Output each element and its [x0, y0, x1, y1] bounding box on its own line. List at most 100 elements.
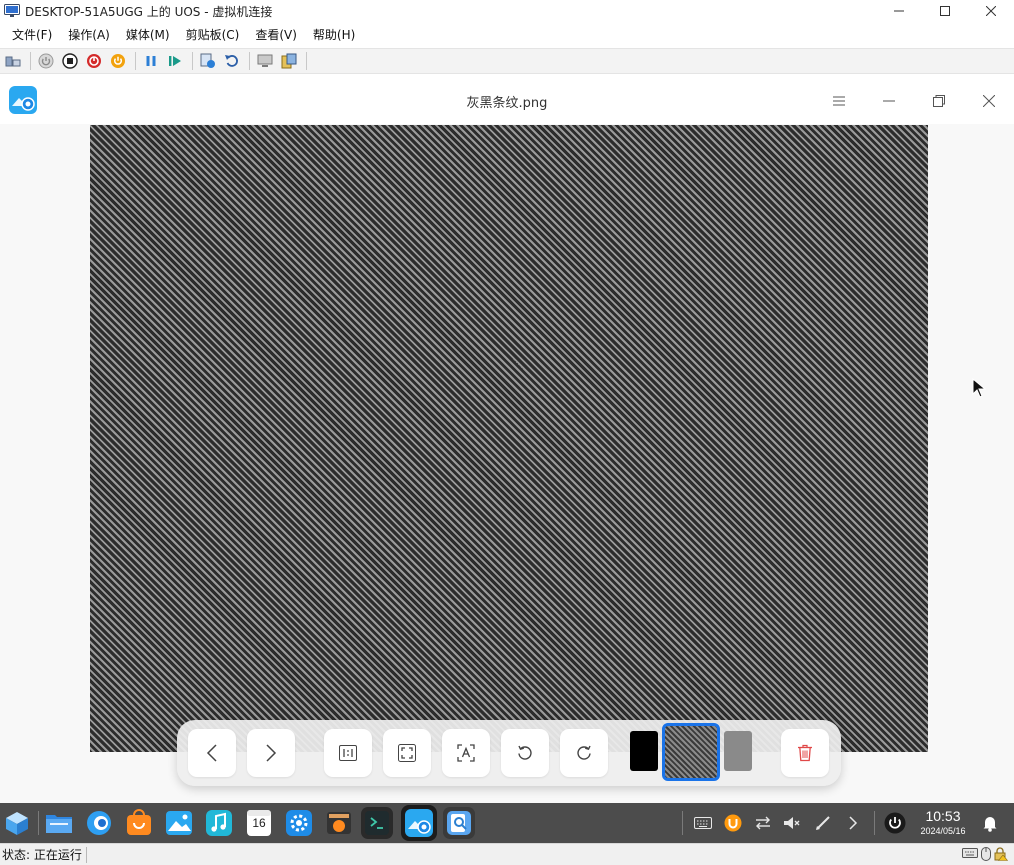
- pen-tray-button[interactable]: [813, 813, 833, 833]
- menu-action[interactable]: 操作(A): [62, 24, 116, 46]
- share-button[interactable]: [278, 50, 300, 72]
- rotate-left-button[interactable]: [501, 729, 549, 777]
- one-to-one-icon: [339, 745, 357, 761]
- ctrl-alt-del-icon: [5, 56, 21, 67]
- music-note-icon: [206, 810, 232, 836]
- folder-icon: [46, 815, 72, 833]
- rotate-right-button[interactable]: [560, 729, 608, 777]
- delete-button[interactable]: [781, 729, 829, 777]
- menu-bar: 文件(F) 操作(A) 媒体(M) 剪贴板(C) 查看(V) 帮助(H): [0, 24, 1014, 46]
- thumbnail-black[interactable]: [630, 731, 658, 771]
- app-store-button[interactable]: [123, 807, 155, 839]
- save-state-button[interactable]: [107, 50, 129, 72]
- resume-button[interactable]: [164, 50, 186, 72]
- power-icon: [884, 812, 906, 834]
- calendar-button[interactable]: 16: [243, 807, 275, 839]
- viewer-minimize-button[interactable]: [864, 78, 914, 124]
- taskbar-separator: [38, 811, 39, 835]
- toolbar-separator: [306, 52, 307, 70]
- volume-tray-button[interactable]: [782, 813, 802, 833]
- pause-button[interactable]: [140, 50, 162, 72]
- taskbar-separator: [874, 811, 875, 835]
- hamburger-menu-icon: [833, 96, 845, 106]
- resume-icon: [169, 56, 181, 66]
- screen-recorder-button[interactable]: [323, 807, 355, 839]
- toolbar-separator: [192, 52, 193, 70]
- viewer-menu-button[interactable]: [814, 78, 864, 124]
- image-viewer-app-button[interactable]: [163, 807, 195, 839]
- host-titlebar: DESKTOP-51A5UGG 上的 UOS - 虚拟机连接: [0, 0, 1014, 22]
- menu-media[interactable]: 媒体(M): [120, 24, 176, 46]
- window-controls: [876, 0, 1014, 22]
- share-icon: [281, 53, 297, 69]
- vm-status-text: 状态: 正在运行: [2, 848, 82, 862]
- image-viewer-app-icon: [405, 809, 433, 837]
- switch-arrows-icon: [756, 816, 770, 830]
- close-button[interactable]: [968, 0, 1014, 22]
- ocr-button[interactable]: [442, 729, 490, 777]
- menu-clipboard[interactable]: 剪贴板(C): [180, 24, 246, 46]
- picture-icon: [166, 811, 192, 835]
- chevron-right-icon: [849, 816, 858, 830]
- maximize-icon: [940, 6, 950, 16]
- file-manager-button[interactable]: [43, 807, 75, 839]
- input-method-tray-button[interactable]: [723, 813, 743, 833]
- viewer-close-button[interactable]: [964, 78, 1014, 124]
- search-app-button[interactable]: [443, 807, 475, 839]
- enhanced-session-button[interactable]: [254, 50, 276, 72]
- ctrl-alt-del-button[interactable]: [2, 50, 24, 72]
- checkpoint-button[interactable]: [197, 50, 219, 72]
- start-icon: [38, 53, 54, 69]
- taskbar-separator: [682, 811, 683, 835]
- toolbar-separator: [30, 52, 31, 70]
- text-recognition-icon: [457, 744, 475, 762]
- host-toolbar: [0, 48, 1014, 74]
- window-title: DESKTOP-51A5UGG 上的 UOS - 虚拟机连接: [25, 4, 273, 19]
- power-tray-button[interactable]: [884, 812, 906, 834]
- viewer-restore-button[interactable]: [914, 78, 964, 124]
- clock-time[interactable]: 10:53: [916, 808, 970, 824]
- taskbar: 16 10:53 2024/05/16: [0, 803, 1014, 843]
- status-separator: [85, 846, 87, 863]
- close-icon: [986, 6, 996, 16]
- input-method-icon: [724, 814, 742, 832]
- clock-date[interactable]: 2024/05/16: [916, 826, 970, 836]
- thumbnail-striped-selected[interactable]: [662, 723, 720, 781]
- notification-button[interactable]: [980, 813, 1000, 833]
- revert-button[interactable]: [221, 50, 243, 72]
- menu-file[interactable]: 文件(F): [6, 24, 58, 46]
- next-image-button[interactable]: [247, 729, 295, 777]
- mouse-cursor-icon: [972, 378, 987, 398]
- mouse-icon: [981, 847, 991, 861]
- viewer-window-controls: [814, 78, 1014, 124]
- launcher-button[interactable]: [1, 807, 33, 839]
- minimize-button[interactable]: [876, 0, 922, 22]
- launcher-cube-icon: [6, 812, 28, 835]
- keyboard-tray-button[interactable]: [693, 813, 713, 833]
- restore-icon: [933, 95, 945, 107]
- pause-icon: [146, 56, 156, 66]
- toolbar-separator: [249, 52, 250, 70]
- image-viewer-active-button[interactable]: [401, 805, 437, 841]
- menu-view[interactable]: 查看(V): [249, 24, 303, 46]
- fit-window-button[interactable]: [383, 729, 431, 777]
- browser-button[interactable]: [83, 807, 115, 839]
- original-size-button[interactable]: [324, 729, 372, 777]
- viewer-bottom-toolbar: [177, 720, 841, 786]
- minimize-icon: [894, 10, 904, 12]
- terminal-button[interactable]: [361, 807, 393, 839]
- network-switch-tray-button[interactable]: [753, 813, 773, 833]
- status-icons: [962, 847, 1008, 861]
- tray-expand-button[interactable]: [843, 813, 863, 833]
- turn-off-button[interactable]: [59, 50, 81, 72]
- music-button[interactable]: [203, 807, 235, 839]
- start-button[interactable]: [35, 50, 57, 72]
- menu-help[interactable]: 帮助(H): [307, 24, 361, 46]
- image-viewer-window: 灰黑条纹.png: [0, 78, 1014, 803]
- rotate-counterclockwise-icon: [518, 745, 532, 760]
- thumbnail-gray[interactable]: [724, 731, 752, 771]
- control-center-button[interactable]: [283, 807, 315, 839]
- maximize-button[interactable]: [922, 0, 968, 22]
- shutdown-button[interactable]: [83, 50, 105, 72]
- previous-image-button[interactable]: [188, 729, 236, 777]
